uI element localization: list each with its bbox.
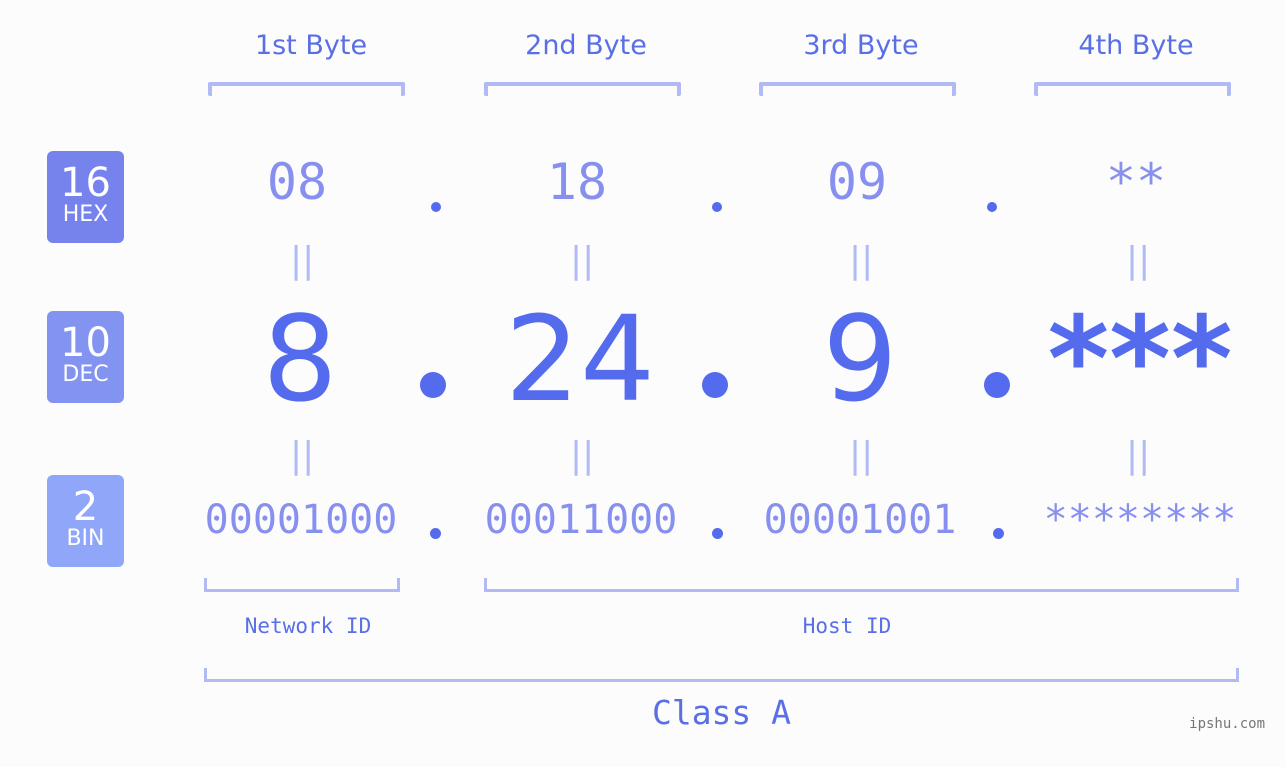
- dec-byte-2: 24: [504, 290, 656, 428]
- dec-byte-4: ***: [1047, 290, 1233, 428]
- equals-icon: ||: [1126, 240, 1151, 281]
- byte-header-1: 1st Byte: [254, 30, 368, 61]
- dec-separator-dot: [984, 372, 1010, 398]
- dec-separator-dot: [702, 372, 728, 398]
- network-id-label: Network ID: [244, 614, 372, 638]
- hex-badge: 16 HEX: [47, 151, 124, 243]
- bin-badge: 2 BIN: [47, 475, 124, 567]
- byte-bracket-4: [1034, 82, 1231, 96]
- hex-radix: 16: [60, 160, 111, 206]
- dec-badge: 10 DEC: [47, 311, 124, 403]
- dec-radix: 10: [60, 320, 111, 366]
- byte-header-3: 3rd Byte: [803, 30, 919, 61]
- hex-byte-4: **: [1105, 153, 1167, 211]
- byte-bracket-2: [484, 82, 681, 96]
- bin-byte-1: 00001000: [204, 497, 398, 543]
- class-bracket: [204, 668, 1239, 682]
- bin-separator-dot: [993, 528, 1004, 539]
- dec-label: DEC: [62, 362, 109, 387]
- bin-radix: 2: [72, 484, 99, 530]
- equals-icon: ||: [290, 240, 315, 281]
- host-id-bracket: [484, 578, 1239, 592]
- byte-bracket-1: [208, 82, 405, 96]
- bin-byte-2: 00011000: [484, 497, 678, 543]
- bin-byte-4: ********: [1043, 497, 1237, 543]
- equals-icon: ||: [1126, 435, 1151, 476]
- bin-byte-3: 00001001: [763, 497, 957, 543]
- hex-separator-dot: [431, 202, 441, 212]
- dec-byte-1: 8: [262, 290, 338, 428]
- hex-label: HEX: [62, 202, 109, 227]
- equals-icon: ||: [849, 435, 874, 476]
- hex-byte-3: 09: [826, 153, 888, 211]
- watermark: ipshu.com: [1189, 716, 1265, 732]
- byte-bracket-3: [759, 82, 956, 96]
- bin-separator-dot: [430, 528, 441, 539]
- hex-byte-2: 18: [546, 153, 608, 211]
- equals-icon: ||: [570, 240, 595, 281]
- class-label: Class A: [651, 693, 792, 732]
- byte-header-2: 2nd Byte: [525, 30, 647, 61]
- equals-icon: ||: [290, 435, 315, 476]
- bin-label: BIN: [66, 526, 105, 551]
- equals-icon: ||: [849, 240, 874, 281]
- hex-separator-dot: [712, 202, 722, 212]
- byte-header-4: 4th Byte: [1078, 30, 1194, 61]
- host-id-label: Host ID: [802, 614, 892, 638]
- hex-byte-1: 08: [266, 153, 328, 211]
- hex-separator-dot: [987, 202, 997, 212]
- dec-byte-3: 9: [822, 290, 898, 428]
- dec-separator-dot: [420, 372, 446, 398]
- equals-icon: ||: [570, 435, 595, 476]
- network-id-bracket: [204, 578, 400, 592]
- bin-separator-dot: [712, 528, 723, 539]
